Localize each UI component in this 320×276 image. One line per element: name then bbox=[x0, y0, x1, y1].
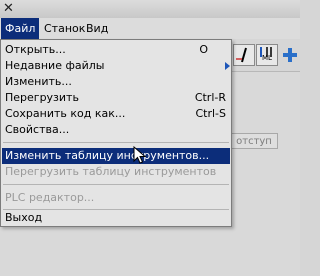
menu-view[interactable]: Вид bbox=[82, 18, 112, 39]
menu-item-label: PLC редактор... bbox=[5, 191, 95, 204]
add-icon[interactable] bbox=[282, 47, 298, 63]
offset-button[interactable]: отступ bbox=[230, 133, 278, 149]
menu-item-shortcut: Ctrl-R bbox=[194, 91, 226, 104]
menu-separator bbox=[3, 142, 229, 143]
menu-item-properties[interactable]: Свойства... bbox=[2, 122, 230, 138]
menu-item-recent-files[interactable]: Недавние файлы bbox=[2, 58, 230, 74]
menu-item-save-gcode-as[interactable]: Сохранить код как... Ctrl-S bbox=[2, 106, 230, 122]
menu-item-shortcut: Ctrl-S bbox=[195, 107, 226, 120]
menu-item-label: Перегрузить bbox=[5, 91, 79, 104]
menu-item-exit[interactable]: Выход bbox=[2, 210, 230, 226]
menu-item-reload[interactable]: Перегрузить Ctrl-R bbox=[2, 90, 230, 106]
menu-item-open[interactable]: Открыть... O bbox=[2, 42, 230, 58]
tool-edit-button[interactable] bbox=[233, 44, 255, 66]
tool-ml-label: ML bbox=[262, 54, 272, 62]
menu-item-label: Свойства... bbox=[5, 123, 70, 136]
file-menu-dropdown: Открыть... O Недавние файлы Изменить... … bbox=[0, 39, 232, 227]
menu-item-edit-tool-table[interactable]: Изменить таблицу инструментов... bbox=[2, 148, 230, 164]
menubar: Файл Станок Вид bbox=[0, 18, 300, 39]
menu-item-reload-tool-table: Перегрузить таблицу инструментов bbox=[2, 164, 230, 180]
menu-item-label: Выход bbox=[5, 211, 43, 224]
menu-item-label: Изменить таблицу инструментов... bbox=[5, 149, 210, 162]
tool-ml-button[interactable]: ML bbox=[256, 44, 278, 66]
menu-item-label: Сохранить код как... bbox=[5, 107, 126, 120]
menu-item-edit[interactable]: Изменить... bbox=[2, 74, 230, 90]
menu-item-label: Изменить... bbox=[5, 75, 72, 88]
menu-separator bbox=[3, 184, 229, 185]
window-titlebar: ✕ bbox=[0, 0, 300, 18]
menu-item-plc-editor: PLC редактор... bbox=[2, 190, 230, 206]
menu-item-label: Открыть... bbox=[5, 43, 66, 56]
menu-item-shortcut: O bbox=[199, 43, 208, 56]
mouse-pointer-icon bbox=[133, 146, 147, 164]
menu-item-label: Перегрузить таблицу инструментов bbox=[5, 165, 217, 178]
menu-file[interactable]: Файл bbox=[1, 18, 40, 39]
pencil-icon bbox=[236, 47, 247, 63]
menu-item-label: Недавние файлы bbox=[5, 59, 105, 72]
submenu-arrow-icon bbox=[225, 62, 230, 70]
window-close-icon[interactable]: ✕ bbox=[1, 1, 16, 16]
